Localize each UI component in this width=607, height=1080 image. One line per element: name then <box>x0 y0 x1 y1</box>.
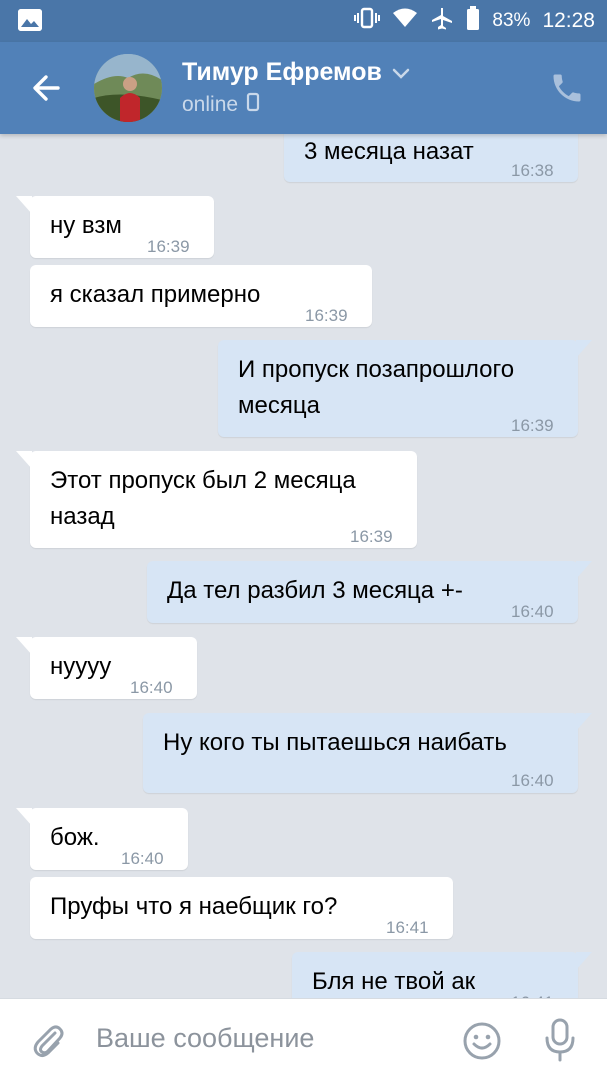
message-line: назад <box>50 503 115 530</box>
message-bubble-outgoing[interactable]: Бля не твой ак 16:41 <box>292 952 592 998</box>
wifi-icon <box>392 7 418 35</box>
bubble-tail <box>576 952 592 970</box>
message-time: 16:40 <box>121 849 164 868</box>
status-label: online <box>182 93 239 116</box>
message-bubble-incoming[interactable]: ну взм 16:39 <box>16 196 214 258</box>
phone-call-icon[interactable] <box>549 70 585 106</box>
chevron-down-icon[interactable] <box>392 58 410 87</box>
message-bubble-incoming[interactable]: Пруфы что я наебщик го? 16:41 <box>30 877 453 939</box>
clock: 12:28 <box>542 9 595 32</box>
message-text: я сказал примерно <box>50 281 261 308</box>
paperclip-icon[interactable] <box>28 1021 68 1061</box>
message-line: месяца <box>238 392 320 419</box>
message-composer: Ваше сообщение <box>0 998 607 1080</box>
status-bar: 83% 12:28 <box>0 0 607 42</box>
message-time: 16:40 <box>130 678 173 697</box>
message-time: 16:39 <box>511 416 554 435</box>
message-text: 3 месяца назат <box>304 138 474 165</box>
vibrate-icon <box>354 6 381 36</box>
message-line: И пропуск позапрошлого <box>238 356 515 383</box>
bubble-tail <box>16 637 32 655</box>
message-bubble-incoming[interactable]: бож. 16:40 <box>16 808 188 870</box>
message-line: Этот пропуск был 2 месяца <box>50 467 356 494</box>
bubble-tail <box>16 451 32 469</box>
message-time: 16:41 <box>511 985 554 998</box>
gallery-notification-icon <box>18 9 42 31</box>
mobile-device-icon <box>246 92 260 118</box>
contact-name[interactable]: Тимур Ефремов <box>182 58 410 87</box>
contact-status: online <box>182 92 260 118</box>
back-arrow-icon[interactable] <box>26 68 66 108</box>
contact-name-label: Тимур Ефремов <box>182 58 382 86</box>
message-text: Бля не твой ак <box>312 968 476 995</box>
emoji-smile-icon[interactable] <box>462 1021 502 1061</box>
message-bubble-incoming[interactable]: нуууу 16:40 <box>16 637 197 699</box>
message-time: 16:38 <box>511 161 554 180</box>
message-bubble-incoming[interactable]: я сказал примерно 16:39 <box>30 265 372 327</box>
message-input[interactable]: Ваше сообщение <box>96 1023 314 1054</box>
message-text: Ну кого ты пытаешься наибать <box>163 729 507 756</box>
message-bubble-outgoing[interactable]: Да тел разбил 3 месяца +- 16:40 <box>147 561 592 623</box>
bubble-tail <box>16 196 32 214</box>
message-time: 16:39 <box>147 237 190 256</box>
microphone-icon[interactable] <box>542 1017 578 1063</box>
message-text: Этот пропуск был 2 месяца назад <box>50 463 356 535</box>
message-text: Да тел разбил 3 месяца +- <box>167 577 463 604</box>
message-bubble-outgoing[interactable]: И пропуск позапрошлого месяца 16:39 <box>218 340 592 437</box>
message-bubble-outgoing[interactable]: Ну кого ты пытаешься наибать 16:40 <box>143 713 592 793</box>
message-bubble-outgoing[interactable]: 3 месяца назат 16:38 <box>284 134 578 182</box>
message-time: 16:40 <box>511 602 554 621</box>
message-text: ну взм <box>50 212 122 239</box>
message-time: 16:40 <box>511 771 554 790</box>
avatar[interactable] <box>94 54 162 122</box>
message-bubble-incoming[interactable]: Этот пропуск был 2 месяца назад 16:39 <box>16 451 417 548</box>
battery-percent: 83% <box>492 10 531 31</box>
message-text: бож. <box>50 824 100 851</box>
bubble-tail <box>16 808 32 826</box>
message-list[interactable]: 3 месяца назат 16:38 ну взм 16:39 я сказ… <box>0 134 607 998</box>
chat-header: Тимур Ефремов online <box>0 42 607 134</box>
airplane-icon <box>430 6 454 36</box>
message-text: И пропуск позапрошлого месяца <box>238 352 514 424</box>
message-time: 16:39 <box>305 306 348 325</box>
bubble-tail <box>576 561 592 579</box>
message-time: 16:39 <box>350 527 393 546</box>
bubble-tail <box>576 340 592 358</box>
message-text: Пруфы что я наебщик го? <box>50 893 338 920</box>
bubble-tail <box>576 713 592 731</box>
message-time: 16:41 <box>386 918 429 937</box>
message-text: нуууу <box>50 653 112 680</box>
battery-icon <box>466 6 480 36</box>
